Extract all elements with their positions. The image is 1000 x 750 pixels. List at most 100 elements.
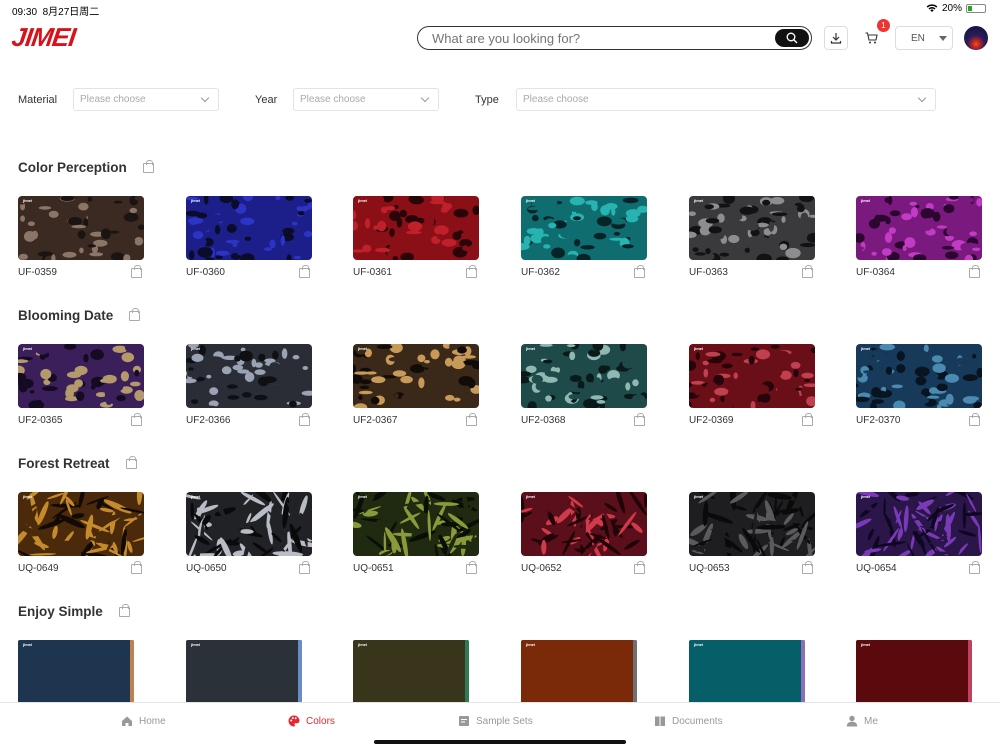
color-card[interactable]: jimei UF2-0366 [186, 344, 312, 426]
color-card[interactable]: jimei UF-0364 [856, 196, 982, 278]
swatch-texture [186, 492, 312, 556]
color-card[interactable]: jimei [856, 640, 982, 704]
shopping-bag-icon[interactable] [142, 159, 154, 173]
search-input[interactable] [432, 30, 775, 46]
color-swatch[interactable]: jimei [18, 344, 144, 408]
avatar[interactable] [964, 26, 988, 50]
color-code: UQ-0650 [186, 563, 227, 574]
color-card[interactable]: jimei UQ-0650 [186, 492, 312, 574]
collection-title[interactable]: Forest Retreat [18, 455, 137, 471]
color-swatch[interactable]: jimei [689, 492, 815, 556]
color-card[interactable]: jimei UF-0360 [186, 196, 312, 278]
language-select[interactable]: EN [895, 26, 953, 50]
color-swatch[interactable]: jimei [186, 344, 312, 408]
shopping-bag-icon[interactable] [802, 413, 813, 426]
color-card[interactable]: jimei UF2-0370 [856, 344, 982, 426]
color-swatch[interactable]: jimei [521, 492, 647, 556]
shopping-bag-icon[interactable] [466, 413, 477, 426]
color-swatch[interactable]: jimei [18, 196, 144, 260]
shopping-bag-icon[interactable] [299, 265, 310, 278]
material-select[interactable]: Please choose [73, 88, 219, 111]
color-code: UF2-0367 [353, 415, 398, 426]
shopping-bag-icon[interactable] [634, 413, 645, 426]
color-code: UQ-0652 [521, 563, 562, 574]
color-swatch[interactable]: jimei [521, 640, 637, 704]
shopping-bag-icon[interactable] [131, 561, 142, 574]
tab-sample-sets[interactable]: Sample Sets [458, 715, 533, 727]
sample-sets-icon [459, 716, 469, 726]
shopping-bag-icon[interactable] [131, 413, 142, 426]
collection-title[interactable]: Blooming Date [18, 307, 141, 323]
collection-title[interactable]: Enjoy Simple [18, 603, 130, 619]
color-card[interactable]: jimei UQ-0654 [856, 492, 982, 574]
color-card[interactable]: jimei UF-0363 [689, 196, 815, 278]
color-swatch[interactable]: jimei [353, 492, 479, 556]
download-button[interactable] [824, 26, 848, 50]
shopping-bag-icon[interactable] [969, 413, 980, 426]
shopping-bag-icon[interactable] [634, 561, 645, 574]
color-card[interactable]: jimei [353, 640, 479, 704]
shopping-bag-icon[interactable] [969, 561, 980, 574]
color-swatch[interactable]: jimei [18, 640, 134, 704]
color-swatch[interactable]: jimei [18, 492, 144, 556]
color-swatch[interactable]: jimei [353, 640, 469, 704]
search-bar[interactable] [417, 26, 812, 50]
color-swatch[interactable]: jimei [186, 640, 302, 704]
color-card[interactable]: jimei UF2-0368 [521, 344, 647, 426]
color-swatch[interactable]: jimei [353, 344, 479, 408]
color-swatch[interactable]: jimei [689, 196, 815, 260]
tab-me[interactable]: Me [846, 715, 878, 727]
shopping-bag-icon[interactable] [299, 561, 310, 574]
color-swatch[interactable]: jimei [689, 344, 815, 408]
color-card[interactable]: jimei UQ-0651 [353, 492, 479, 574]
collection-title[interactable]: Color Perception [18, 159, 154, 175]
color-swatch[interactable]: jimei [186, 196, 312, 260]
color-card[interactable]: jimei [18, 640, 144, 704]
color-card[interactable]: jimei UF-0361 [353, 196, 479, 278]
color-card[interactable]: jimei UQ-0649 [18, 492, 144, 574]
color-card[interactable]: jimei UQ-0653 [689, 492, 815, 574]
color-swatch[interactable]: jimei [521, 196, 647, 260]
shopping-bag-icon[interactable] [125, 455, 137, 469]
color-card[interactable]: jimei UF-0362 [521, 196, 647, 278]
shopping-bag-icon[interactable] [131, 265, 142, 278]
type-select[interactable]: Please choose [516, 88, 936, 111]
swatch-logo-mark: jimei [23, 642, 33, 647]
shopping-bag-icon[interactable] [299, 413, 310, 426]
color-card[interactable]: jimei [689, 640, 815, 704]
shopping-bag-icon[interactable] [466, 561, 477, 574]
color-card[interactable]: jimei UF2-0367 [353, 344, 479, 426]
jimei-logo[interactable]: JIMEI [10, 22, 77, 53]
home-indicator [374, 740, 626, 744]
color-swatch[interactable]: jimei [856, 492, 982, 556]
battery-icon [966, 4, 986, 13]
tab-home[interactable]: Home [121, 715, 166, 727]
tab-documents[interactable]: Documents [654, 715, 723, 727]
tab-colors[interactable]: Colors [288, 715, 335, 727]
color-card[interactable]: jimei UF-0359 [18, 196, 144, 278]
color-card[interactable]: jimei [521, 640, 647, 704]
swatch-edge [633, 640, 637, 704]
caret-down-icon [939, 36, 947, 41]
color-swatch[interactable]: jimei [186, 492, 312, 556]
color-swatch[interactable]: jimei [689, 640, 805, 704]
cart-button[interactable]: 1 [859, 19, 890, 50]
color-card[interactable]: jimei UF2-0365 [18, 344, 144, 426]
shopping-bag-icon[interactable] [802, 265, 813, 278]
shopping-bag-icon[interactable] [802, 561, 813, 574]
color-swatch[interactable]: jimei [353, 196, 479, 260]
shopping-bag-icon[interactable] [634, 265, 645, 278]
year-select[interactable]: Please choose [293, 88, 439, 111]
color-card[interactable]: jimei [186, 640, 312, 704]
color-swatch[interactable]: jimei [856, 196, 982, 260]
shopping-bag-icon[interactable] [466, 265, 477, 278]
search-button[interactable] [775, 29, 809, 47]
shopping-bag-icon[interactable] [118, 603, 130, 617]
color-card[interactable]: jimei UF2-0369 [689, 344, 815, 426]
shopping-bag-icon[interactable] [969, 265, 980, 278]
shopping-bag-icon[interactable] [129, 307, 141, 321]
color-swatch[interactable]: jimei [856, 344, 982, 408]
color-swatch[interactable]: jimei [521, 344, 647, 408]
color-card[interactable]: jimei UQ-0652 [521, 492, 647, 574]
color-swatch[interactable]: jimei [856, 640, 972, 704]
